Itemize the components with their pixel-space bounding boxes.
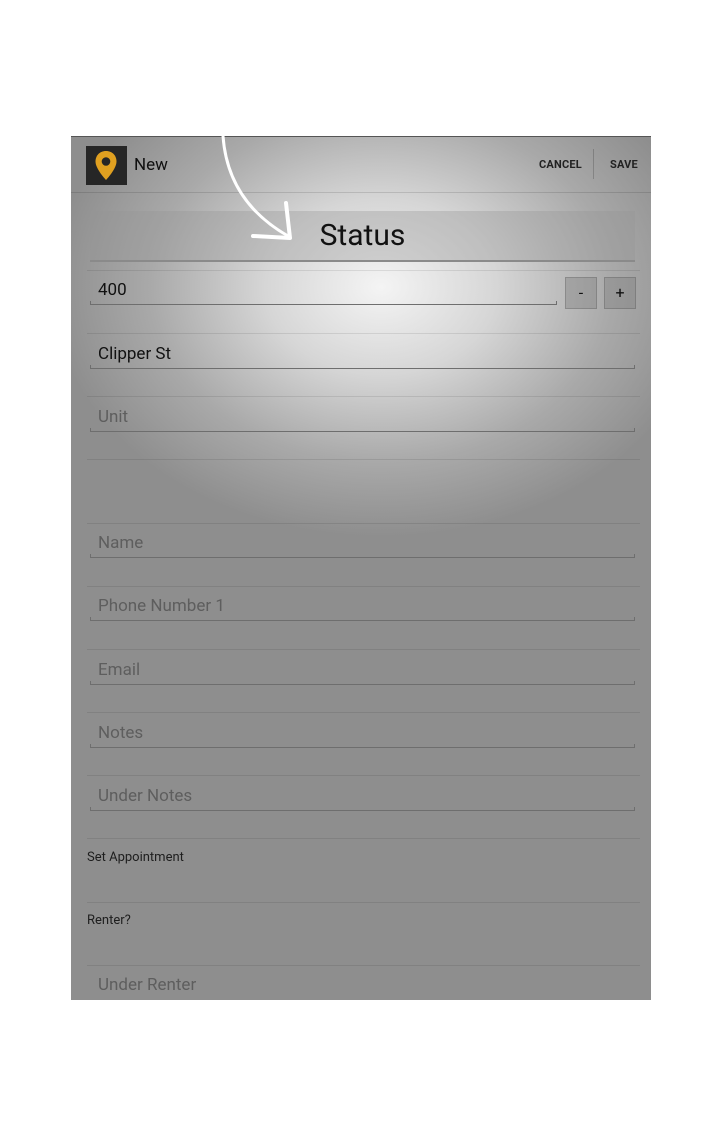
house-number-value: 400 — [98, 280, 127, 300]
name-placeholder: Name — [98, 533, 144, 553]
divider — [87, 965, 640, 966]
divider — [87, 396, 640, 397]
set-appointment-label[interactable]: Set Appointment — [87, 850, 184, 865]
action-divider — [593, 149, 594, 179]
notes-placeholder: Notes — [98, 723, 144, 743]
divider — [87, 902, 640, 903]
decrement-button[interactable]: - — [565, 277, 597, 309]
save-button[interactable]: SAVE — [610, 158, 638, 171]
page-title: New — [134, 155, 168, 175]
street-value: Clipper St — [98, 344, 172, 364]
field-underline — [90, 301, 557, 305]
field-underline — [90, 681, 635, 685]
field-underline — [90, 554, 635, 558]
field-underline — [90, 428, 635, 432]
app-screen: New CANCEL SAVE Status 400 - + Clipper S… — [71, 136, 651, 1000]
action-bar: New CANCEL SAVE — [71, 137, 651, 193]
email-placeholder: Email — [98, 660, 141, 680]
renter-label[interactable]: Renter? — [87, 913, 131, 928]
divider — [87, 270, 640, 271]
divider — [87, 523, 640, 524]
unit-placeholder: Unit — [98, 407, 129, 427]
field-underline — [90, 744, 635, 748]
divider — [87, 775, 640, 776]
increment-button[interactable]: + — [604, 277, 636, 309]
field-underline — [90, 617, 635, 621]
app-logo[interactable] — [86, 146, 127, 185]
divider — [87, 333, 640, 334]
field-underline — [90, 365, 635, 369]
map-pin-icon — [95, 151, 117, 180]
divider — [87, 586, 640, 587]
status-button[interactable]: Status — [90, 211, 635, 262]
divider — [87, 838, 640, 839]
field-underline — [90, 807, 635, 811]
under-renter-placeholder: Under Renter — [98, 975, 197, 995]
divider — [87, 712, 640, 713]
under-notes-placeholder: Under Notes — [98, 786, 193, 806]
divider — [87, 459, 640, 460]
phone-placeholder: Phone Number 1 — [98, 596, 225, 616]
cancel-button[interactable]: CANCEL — [539, 158, 582, 171]
divider — [87, 649, 640, 650]
